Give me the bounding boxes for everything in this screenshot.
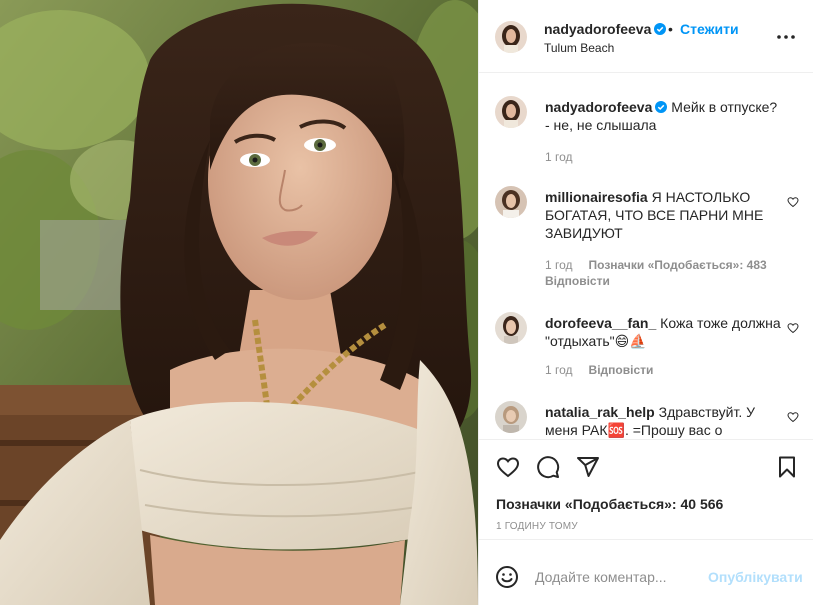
comment-likes[interactable]: Позначки «Подобається»: 483	[589, 258, 767, 272]
verified-badge-icon	[654, 23, 667, 35]
author-username[interactable]: nadyadorofeeva	[544, 21, 667, 37]
post-photo-image	[0, 0, 478, 605]
commenter-avatar[interactable]	[495, 186, 527, 218]
comment-username[interactable]: millionairesofia	[545, 189, 648, 205]
comment-like-icon[interactable]	[787, 411, 799, 423]
commenter-avatar[interactable]	[495, 401, 527, 433]
comment-time[interactable]: 1 год	[545, 258, 573, 272]
caption-line-2: - не, не слышала	[545, 117, 657, 133]
comment-icon[interactable]	[536, 455, 560, 479]
add-comment-bar: Опублікувати	[479, 539, 813, 605]
comment-username[interactable]: dorofeeva__fan_	[545, 315, 656, 331]
caption-meta: 1 год	[545, 150, 573, 164]
instagram-post-modal: nadyadorofeeva • Стежити Tulum Beach nad…	[0, 0, 813, 605]
comment-text: dorofeeva__fan_ Кожа тоже должна "отдыха…	[545, 314, 781, 350]
post-time-ago[interactable]: 1 ГОДИНУ ТОМУ	[496, 521, 578, 532]
post-side-panel: nadyadorofeeva • Стежити Tulum Beach nad…	[478, 0, 813, 605]
author-avatar[interactable]	[495, 21, 527, 53]
more-horizontal-icon[interactable]	[775, 26, 797, 48]
likes-count[interactable]: Позначки «Подобається»: 40 566	[496, 496, 723, 512]
caption-line-1: Мейк в отпуске?	[671, 99, 778, 115]
smile-icon[interactable]	[495, 565, 519, 589]
post-header: nadyadorofeeva • Стежити Tulum Beach	[479, 0, 813, 73]
caption-author-avatar[interactable]	[495, 96, 527, 128]
comment-meta: 1 год Відповісти	[545, 363, 653, 377]
send-icon[interactable]	[576, 455, 600, 479]
bookmark-icon[interactable]	[775, 455, 799, 479]
caption-text: nadyadorofeeva Мейк в отпуске? - не, не …	[545, 98, 781, 134]
comment-reply-button[interactable]: Відповісти	[589, 363, 654, 377]
comment-text: natalia_rak_help Здравствуйт. У меня РАК…	[545, 403, 781, 438]
add-comment-input[interactable]	[535, 566, 695, 588]
caption-time[interactable]: 1 год	[545, 150, 573, 164]
comment-like-icon[interactable]	[787, 322, 799, 334]
follow-button[interactable]: Стежити	[680, 21, 739, 37]
comment-like-icon[interactable]	[787, 196, 799, 208]
comments-list[interactable]: nadyadorofeeva Мейк в отпуске? - не, не …	[479, 74, 813, 438]
post-photo[interactable]	[0, 0, 478, 605]
comment-meta: 1 год Позначки «Подобається»: 483	[545, 258, 767, 272]
post-comment-button[interactable]: Опублікувати	[708, 569, 803, 585]
commenter-avatar[interactable]	[495, 312, 527, 344]
comment-username[interactable]: natalia_rak_help	[545, 404, 655, 420]
heart-outline-icon[interactable]	[496, 455, 520, 479]
comment-time[interactable]: 1 год	[545, 363, 573, 377]
verified-badge-icon	[655, 101, 668, 113]
post-location[interactable]: Tulum Beach	[544, 41, 614, 55]
separator-dot: •	[668, 21, 673, 37]
caption-username[interactable]: nadyadorofeeva	[545, 99, 652, 115]
comment-text: millionairesofia Я НАСТОЛЬКО БОГАТАЯ, ЧТ…	[545, 188, 781, 242]
comment-reply-button[interactable]: Відповісти	[545, 274, 610, 288]
